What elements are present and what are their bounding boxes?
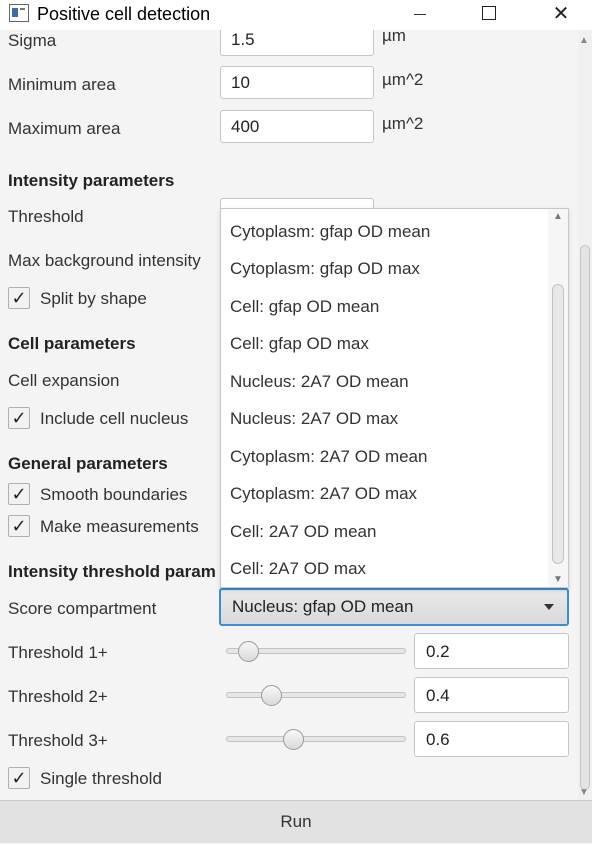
cell-parameters-header: Cell parameters bbox=[8, 334, 136, 353]
make-measurements-checkbox[interactable]: ✓ bbox=[8, 515, 30, 537]
app-window-icon bbox=[9, 4, 29, 22]
threshold-1-slider-thumb[interactable] bbox=[238, 641, 259, 662]
title-bar: Positive cell detection ✕ bbox=[0, 0, 592, 30]
checkmark-icon: ✓ bbox=[11, 516, 27, 536]
close-icon[interactable]: ✕ bbox=[538, 0, 584, 30]
dropdown-option[interactable]: Nucleus: 2A7 OD max bbox=[230, 409, 398, 429]
main-scrollbar[interactable]: ▲ ▼ bbox=[578, 30, 592, 800]
run-button[interactable]: Run bbox=[0, 801, 592, 844]
sigma-label: Sigma bbox=[8, 31, 57, 50]
intensity-threshold-parameters-header: Intensity threshold param bbox=[8, 562, 216, 581]
single-threshold-label: Single threshold bbox=[40, 769, 162, 788]
threshold-1-label: Threshold 1+ bbox=[8, 643, 108, 662]
dropdown-scrollbar[interactable]: ▲ ▼ bbox=[548, 209, 568, 587]
threshold-2-slider-thumb[interactable] bbox=[260, 685, 282, 706]
scroll-down-icon[interactable]: ▼ bbox=[553, 574, 563, 585]
include-cell-nucleus-checkbox[interactable]: ✓ bbox=[8, 407, 30, 429]
intensity-parameters-header: Intensity parameters bbox=[8, 171, 175, 190]
threshold-3-input[interactable]: 0.6 bbox=[414, 721, 569, 757]
sigma-unit: µm bbox=[382, 30, 406, 45]
dropdown-option[interactable]: Cell: 2A7 OD max bbox=[230, 559, 366, 579]
threshold-2-slider[interactable] bbox=[226, 692, 406, 698]
dropdown-option[interactable]: Cytoplasm: gfap OD max bbox=[230, 259, 420, 279]
score-compartment-options: Cytoplasm: gfap OD mean Cytoplasm: gfap … bbox=[220, 208, 569, 588]
maximum-area-label: Maximum area bbox=[8, 119, 121, 138]
parameter-panel: Sigma 1.5 µm Minimum area 10 µm^2 Maximu… bbox=[0, 30, 578, 800]
checkmark-icon: ✓ bbox=[11, 408, 27, 428]
single-threshold-checkbox[interactable]: ✓ bbox=[8, 767, 30, 789]
threshold-3-slider[interactable] bbox=[226, 736, 406, 742]
score-compartment-value: Nucleus: gfap OD mean bbox=[232, 597, 414, 616]
threshold-label: Threshold bbox=[8, 207, 84, 226]
minimum-area-label: Minimum area bbox=[8, 75, 116, 94]
threshold-1-input[interactable]: 0.2 bbox=[414, 633, 569, 669]
include-cell-nucleus-label: Include cell nucleus bbox=[40, 409, 189, 428]
main-scroll-thumb[interactable] bbox=[580, 245, 590, 790]
minimum-area-input[interactable]: 10 bbox=[220, 66, 374, 99]
threshold-2-input[interactable]: 0.4 bbox=[414, 677, 569, 713]
make-measurements-label: Make measurements bbox=[40, 517, 199, 536]
maximize-icon[interactable] bbox=[466, 0, 512, 30]
general-parameters-header: General parameters bbox=[8, 454, 168, 473]
split-by-shape-checkbox[interactable]: ✓ bbox=[8, 287, 30, 309]
dropdown-option[interactable]: Cell: gfap OD mean bbox=[230, 297, 379, 317]
footer-bar: Run bbox=[0, 800, 592, 843]
dropdown-option[interactable]: Cell: 2A7 OD mean bbox=[230, 522, 376, 542]
dropdown-option[interactable]: Cytoplasm: 2A7 OD max bbox=[230, 484, 417, 504]
dropdown-option[interactable]: Nucleus: 2A7 OD mean bbox=[230, 372, 409, 392]
chevron-down-icon[interactable] bbox=[544, 604, 554, 610]
score-compartment-dropdown[interactable]: Nucleus: gfap OD mean bbox=[219, 588, 569, 626]
minimum-area-unit: µm^2 bbox=[382, 70, 424, 89]
scroll-up-icon[interactable]: ▲ bbox=[579, 35, 589, 46]
checkmark-icon: ✓ bbox=[11, 484, 27, 504]
score-compartment-label: Score compartment bbox=[8, 599, 157, 618]
dropdown-option[interactable]: Cell: gfap OD max bbox=[230, 334, 369, 354]
smooth-boundaries-checkbox[interactable]: ✓ bbox=[8, 483, 30, 505]
cell-expansion-label: Cell expansion bbox=[8, 371, 120, 390]
dropdown-scroll-thumb[interactable] bbox=[552, 284, 564, 564]
checkmark-icon: ✓ bbox=[11, 288, 27, 308]
window-title: Positive cell detection bbox=[37, 4, 211, 24]
minimize-icon[interactable] bbox=[398, 0, 444, 30]
threshold-3-label: Threshold 3+ bbox=[8, 731, 108, 750]
dropdown-option[interactable]: Cytoplasm: gfap OD mean bbox=[230, 222, 430, 242]
threshold-2-label: Threshold 2+ bbox=[8, 687, 108, 706]
scroll-down-icon[interactable]: ▼ bbox=[579, 787, 589, 798]
checkmark-icon: ✓ bbox=[11, 768, 27, 788]
smooth-boundaries-label: Smooth boundaries bbox=[40, 485, 188, 504]
max-background-intensity-label: Max background intensity bbox=[8, 251, 201, 270]
threshold-3-slider-thumb[interactable] bbox=[283, 729, 304, 750]
dropdown-option[interactable]: Cytoplasm: 2A7 OD mean bbox=[230, 447, 427, 467]
sigma-input[interactable]: 1.5 bbox=[220, 30, 374, 56]
scroll-up-icon[interactable]: ▲ bbox=[553, 211, 563, 222]
split-by-shape-label: Split by shape bbox=[40, 289, 147, 308]
maximum-area-unit: µm^2 bbox=[382, 114, 424, 133]
maximum-area-input[interactable]: 400 bbox=[220, 110, 374, 143]
